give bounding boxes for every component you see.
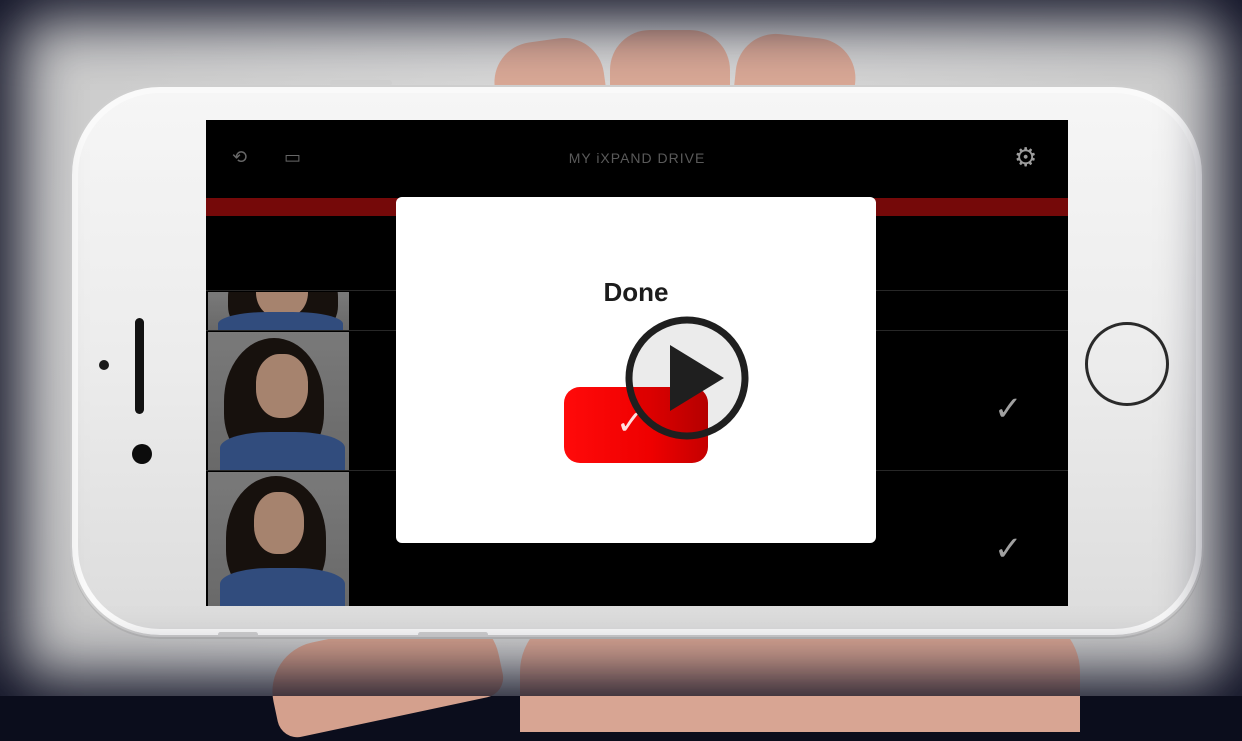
volume-button	[330, 80, 392, 86]
power-button	[218, 632, 258, 637]
front-camera	[99, 360, 109, 370]
proximity-sensor	[132, 444, 152, 464]
play-icon[interactable]	[624, 315, 750, 441]
dialog-title: Done	[603, 277, 669, 307]
home-button[interactable]	[1085, 322, 1169, 406]
done-dialog: Done ✓	[396, 197, 876, 543]
side-button	[418, 632, 488, 637]
earpiece-speaker	[135, 318, 144, 414]
